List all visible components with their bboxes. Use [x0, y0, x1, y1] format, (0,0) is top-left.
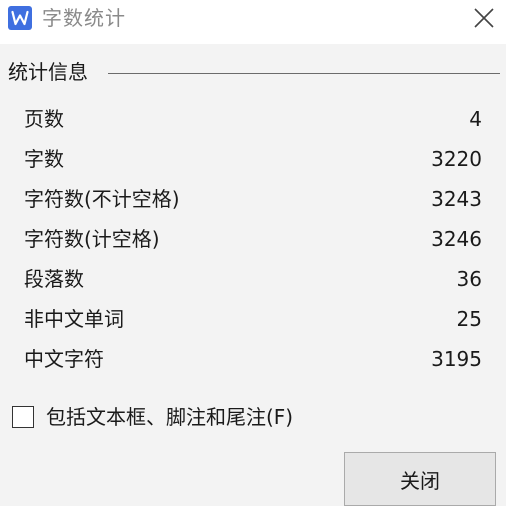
stat-value: 4 — [469, 107, 482, 131]
stat-value: 36 — [456, 267, 482, 291]
stat-value: 3220 — [431, 147, 482, 171]
include-textboxes-footnotes-checkbox[interactable] — [12, 406, 34, 428]
stat-row-pages: 页数 4 — [24, 100, 484, 140]
word-count-dialog: 字数统计 统计信息 页数 4 字数 3220 字符数(不计空格) 3243 字符 — [0, 0, 506, 506]
close-button[interactable]: 关闭 — [344, 452, 496, 506]
stat-value: 3243 — [431, 187, 482, 211]
w-letter-icon — [11, 10, 29, 26]
dialog-title: 字数统计 — [42, 6, 126, 30]
stat-label: 中文字符 — [24, 347, 104, 371]
stat-label: 非中文单词 — [24, 307, 124, 331]
statistics-group-header: 统计信息 — [8, 58, 92, 86]
stat-label: 字符数(不计空格) — [24, 187, 180, 211]
group-divider — [108, 73, 500, 74]
stat-row-chars-no-spaces: 字符数(不计空格) 3243 — [24, 180, 484, 220]
dialog-body: 统计信息 页数 4 字数 3220 字符数(不计空格) 3243 字符数(计空格… — [0, 44, 506, 506]
close-icon[interactable] — [473, 7, 495, 29]
stat-value: 3246 — [431, 227, 482, 251]
stat-label: 字符数(计空格) — [24, 227, 160, 251]
statistics-list: 页数 4 字数 3220 字符数(不计空格) 3243 字符数(计空格) 324… — [24, 100, 484, 380]
include-textboxes-footnotes-checkbox-row[interactable]: 包括文本框、脚注和尾注(F) — [12, 402, 293, 432]
checkbox-label[interactable]: 包括文本框、脚注和尾注(F) — [46, 403, 293, 431]
stat-row-non-chinese-words: 非中文单词 25 — [24, 300, 484, 340]
stat-label: 页数 — [24, 107, 64, 131]
stat-label: 段落数 — [24, 267, 84, 291]
title-bar: 字数统计 — [0, 0, 506, 36]
stat-label: 字数 — [24, 147, 64, 171]
wps-writer-icon — [8, 6, 32, 30]
stat-row-paragraphs: 段落数 36 — [24, 260, 484, 300]
stat-row-chars-with-spaces: 字符数(计空格) 3246 — [24, 220, 484, 260]
stat-value: 3195 — [431, 347, 482, 371]
stat-row-chinese-chars: 中文字符 3195 — [24, 340, 484, 380]
stat-value: 25 — [456, 307, 482, 331]
stat-row-words: 字数 3220 — [24, 140, 484, 180]
close-window-button[interactable] — [468, 2, 500, 34]
